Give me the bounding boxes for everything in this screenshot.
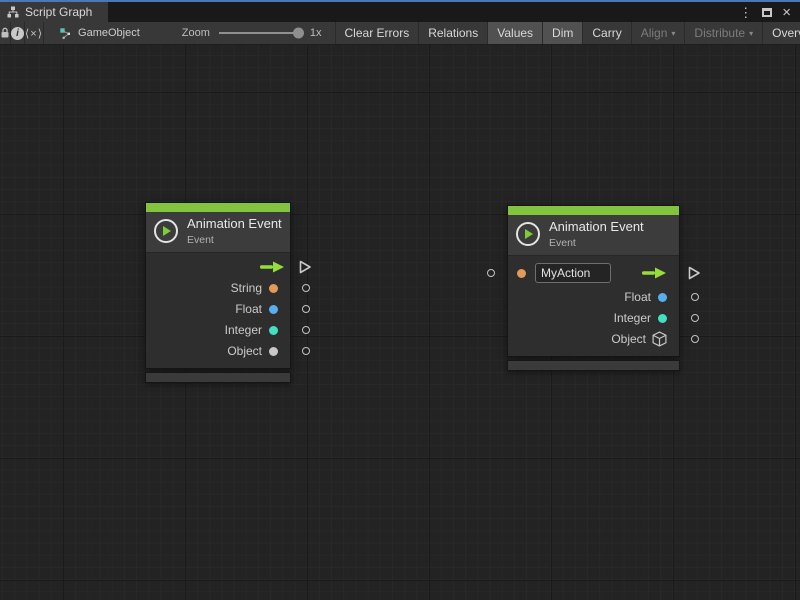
zoom-value: 1x [310, 27, 322, 39]
align-dropdown[interactable]: Align ▾ [631, 22, 685, 44]
zoom-slider[interactable] [219, 32, 301, 34]
port-label: Object [611, 332, 646, 346]
output-row-integer: Integer [508, 308, 679, 329]
window-menu-icon[interactable]: ⋮ [739, 6, 752, 19]
port-label: Float [235, 302, 262, 316]
relations-button[interactable]: Relations [418, 22, 487, 44]
object-output-port[interactable] [302, 347, 310, 355]
output-row-object: Object [146, 341, 290, 362]
node-title: Animation Event [549, 220, 644, 235]
code-view-button[interactable]: ⟨×⟩ [25, 22, 44, 44]
output-row-float: Float [146, 299, 290, 320]
node-subtitle: Event [187, 234, 282, 246]
port-label: Integer [614, 311, 651, 325]
script-graph-icon [7, 6, 19, 18]
string-type-icon [517, 269, 526, 278]
flow-output-port[interactable] [299, 260, 312, 275]
graph-canvas[interactable]: Animation Event Event [0, 45, 800, 600]
float-output-port[interactable] [302, 305, 310, 313]
action-name-input-port[interactable] [487, 269, 495, 277]
distribute-dropdown[interactable]: Distribute ▾ [684, 22, 762, 44]
flow-arrow-icon [258, 260, 285, 274]
chevron-down-icon: ▾ [671, 29, 675, 38]
action-name-input-row [508, 260, 679, 287]
flow-output-row [146, 257, 290, 278]
zoom-slider-handle[interactable] [293, 28, 304, 39]
lock-button[interactable] [0, 22, 11, 44]
port-label: Integer [225, 323, 262, 337]
graph-toolbar: i ⟨×⟩ GameObject Zoom 1x [0, 22, 800, 45]
zoom-control: Zoom 1x [182, 22, 322, 44]
event-play-icon [154, 219, 178, 243]
output-row-object: Object [508, 329, 679, 350]
integer-type-icon [269, 326, 278, 335]
float-output-port[interactable] [691, 293, 699, 301]
window-controls: ⋮ × [739, 2, 800, 22]
port-label: Float [624, 290, 651, 304]
string-type-icon [269, 284, 278, 293]
cube-icon [652, 331, 667, 347]
integer-output-port[interactable] [302, 326, 310, 334]
node-accent-bar [508, 206, 679, 215]
maximize-icon[interactable] [762, 8, 772, 17]
event-play-icon [516, 222, 540, 246]
port-label: String [231, 281, 262, 295]
node-footer [507, 360, 680, 371]
graph-target-label: GameObject [78, 27, 140, 39]
float-type-icon [269, 305, 278, 314]
chevron-down-icon: ▾ [749, 29, 753, 38]
object-output-port[interactable] [691, 335, 699, 343]
node-header[interactable]: Animation Event Event [146, 212, 290, 253]
tab-script-graph[interactable]: Script Graph [0, 2, 108, 22]
node-title: Animation Event [187, 217, 282, 232]
tab-title: Script Graph [25, 5, 92, 19]
values-toggle[interactable]: Values [487, 22, 542, 44]
animation-event-node-1[interactable]: Animation Event Event [145, 202, 291, 383]
carry-toggle[interactable]: Carry [582, 22, 630, 44]
zoom-label: Zoom [182, 27, 210, 39]
info-button[interactable]: i [11, 22, 25, 44]
graph-asset-icon [59, 27, 72, 40]
clear-errors-button[interactable]: Clear Errors [335, 22, 419, 44]
graph-target[interactable]: GameObject [44, 22, 150, 44]
node-body: String Float Integer [146, 253, 290, 368]
overview-button[interactable]: Overv [762, 22, 800, 44]
node-subtitle: Event [549, 237, 644, 249]
action-name-field[interactable] [535, 263, 611, 283]
close-icon[interactable]: × [782, 5, 791, 20]
output-row-integer: Integer [146, 320, 290, 341]
node-accent-bar [146, 203, 290, 212]
string-output-port[interactable] [302, 284, 310, 292]
tab-bar: Script Graph ⋮ × [0, 2, 800, 22]
node-header[interactable]: Animation Event Event [508, 215, 679, 256]
lock-icon [0, 27, 10, 39]
output-row-string: String [146, 278, 290, 299]
object-type-icon [269, 347, 278, 356]
code-view-icon: ⟨×⟩ [25, 27, 43, 40]
toolbar-buttons: Clear Errors Relations Values Dim Carry … [335, 22, 800, 44]
info-icon: i [11, 27, 24, 40]
output-row-float: Float [508, 287, 679, 308]
integer-output-port[interactable] [691, 314, 699, 322]
integer-type-icon [658, 314, 667, 323]
node-footer [145, 372, 291, 383]
flow-output-port[interactable] [688, 266, 701, 281]
port-label: Object [227, 344, 262, 358]
dim-toggle[interactable]: Dim [542, 22, 582, 44]
node-body: Float Integer Object [508, 256, 679, 356]
animation-event-node-2[interactable]: Animation Event Event [507, 205, 680, 371]
script-graph-window: Script Graph ⋮ × i ⟨×⟩ [0, 0, 800, 600]
flow-arrow-icon [640, 266, 667, 280]
float-type-icon [658, 293, 667, 302]
